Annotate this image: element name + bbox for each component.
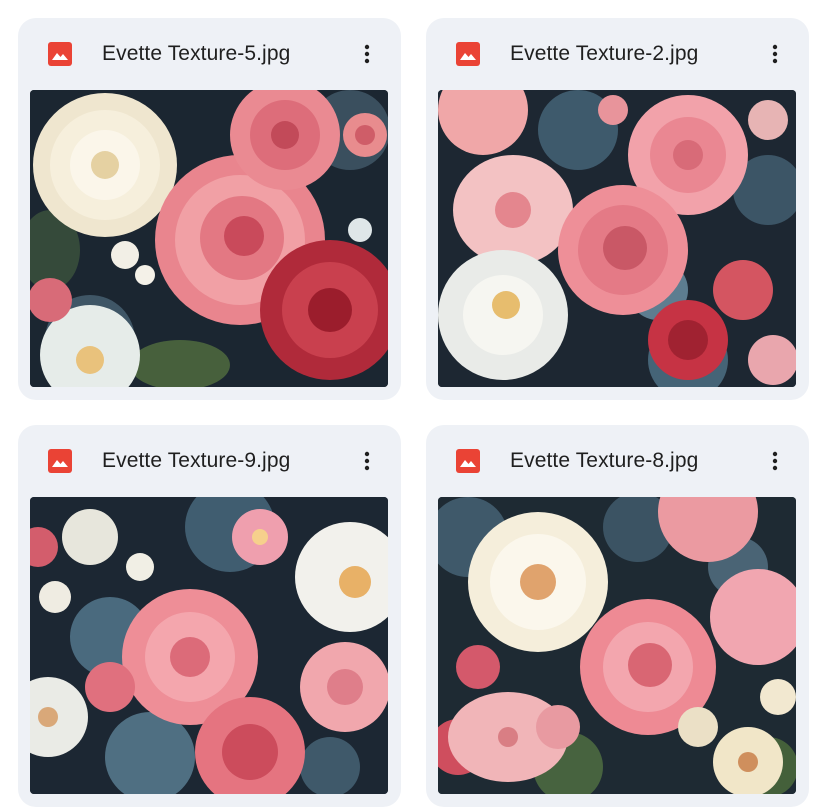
more-vert-icon: [772, 44, 778, 64]
file-thumbnail[interactable]: [438, 497, 796, 794]
file-thumbnail[interactable]: [438, 90, 796, 387]
file-card[interactable]: Evette Texture-9.jpg: [18, 425, 401, 807]
file-card[interactable]: Evette Texture-5.jpg: [18, 18, 401, 400]
file-thumbnail[interactable]: [30, 90, 388, 387]
floral-image: [438, 497, 796, 794]
file-name: Evette Texture-2.jpg: [510, 42, 699, 65]
file-card-header[interactable]: Evette Texture-2.jpg: [426, 18, 809, 90]
more-options-button[interactable]: [759, 445, 791, 477]
floral-image: [30, 90, 388, 387]
floral-image: [30, 497, 388, 794]
floral-image: [438, 90, 796, 387]
more-vert-icon: [364, 44, 370, 64]
file-name: Evette Texture-5.jpg: [102, 42, 291, 65]
more-options-button[interactable]: [351, 445, 383, 477]
image-file-icon: [48, 42, 72, 66]
more-vert-icon: [364, 451, 370, 471]
more-vert-icon: [772, 451, 778, 471]
more-options-button[interactable]: [759, 38, 791, 70]
file-name: Evette Texture-8.jpg: [510, 449, 699, 472]
file-card-header[interactable]: Evette Texture-8.jpg: [426, 425, 809, 497]
more-options-button[interactable]: [351, 38, 383, 70]
file-card-header[interactable]: Evette Texture-5.jpg: [18, 18, 401, 90]
image-file-icon: [48, 449, 72, 473]
file-grid: Evette Texture-5.jpg Evette Texture-2.jp…: [0, 0, 822, 812]
file-name: Evette Texture-9.jpg: [102, 449, 291, 472]
file-card[interactable]: Evette Texture-2.jpg: [426, 18, 809, 400]
file-card[interactable]: Evette Texture-8.jpg: [426, 425, 809, 807]
image-file-icon: [456, 449, 480, 473]
file-card-header[interactable]: Evette Texture-9.jpg: [18, 425, 401, 497]
image-file-icon: [456, 42, 480, 66]
file-thumbnail[interactable]: [30, 497, 388, 794]
